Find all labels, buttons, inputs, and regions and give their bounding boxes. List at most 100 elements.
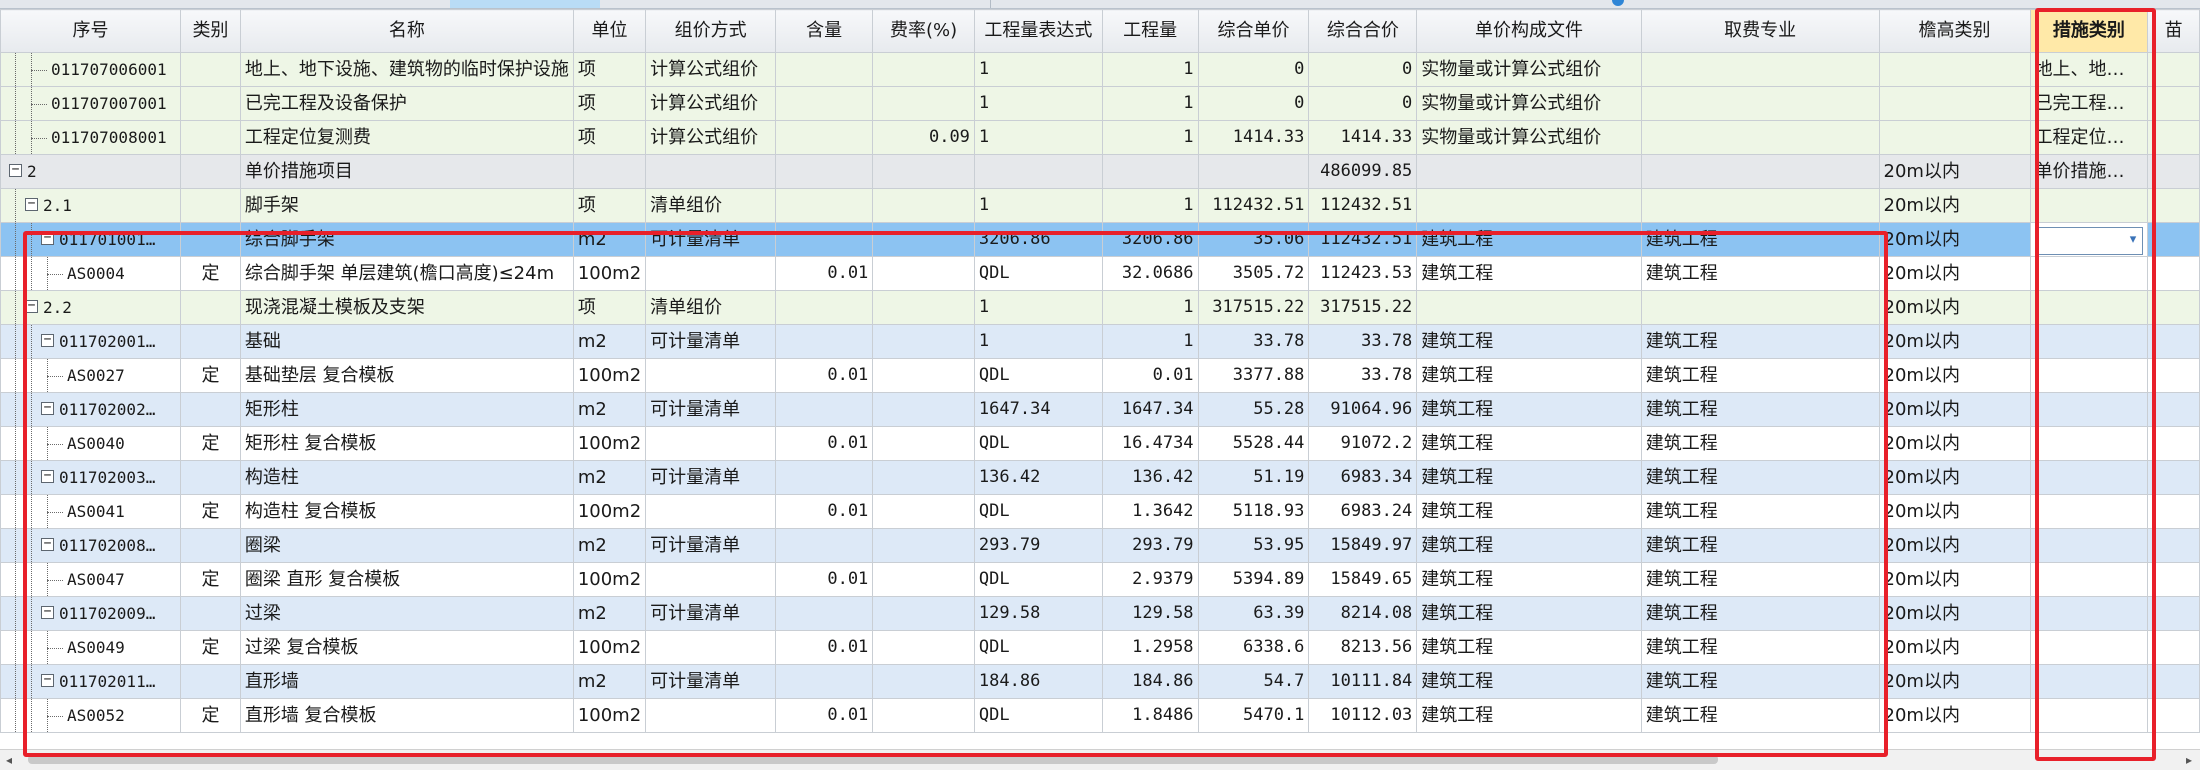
- eave-height-cell[interactable]: 20m以内: [1878, 460, 2031, 495]
- table-row[interactable]: AS0041 定构造柱 复合模板 100m2 0.01 QDL 1.3642 5118.93…: [0, 494, 2200, 529]
- rate-cell[interactable]: [872, 188, 975, 223]
- fee-major-cell[interactable]: 建筑工程: [1640, 358, 1880, 393]
- pricing-method-cell[interactable]: 可计量清单: [645, 460, 776, 495]
- pricing-method-cell[interactable]: [645, 256, 776, 291]
- table-row[interactable]: −2.2 现浇混凝土模板及支架项清单组价 1 1 317515.22 317515.22 2…: [0, 290, 2200, 325]
- table-row[interactable]: −2 单价措施项目 486099.85 20m以内 单价措施…: [0, 154, 2200, 189]
- fee-major-cell[interactable]: 建筑工程: [1640, 324, 1880, 359]
- category-cell[interactable]: 定: [180, 358, 241, 393]
- header-unit[interactable]: 单位: [572, 9, 647, 53]
- total-price-cell[interactable]: 8214.08: [1308, 596, 1418, 631]
- unit-cell[interactable]: m2: [572, 392, 647, 427]
- measure-category-cell[interactable]: [2029, 596, 2149, 631]
- content-cell[interactable]: [774, 120, 874, 155]
- qty-cell[interactable]: 0.01: [1101, 358, 1199, 393]
- seq-cell[interactable]: 011707008001: [0, 120, 182, 155]
- category-cell[interactable]: [180, 86, 241, 121]
- unit-price-cell[interactable]: 54.7: [1197, 664, 1310, 699]
- pricing-method-cell[interactable]: 计算公式组价: [645, 86, 776, 121]
- measure-category-cell[interactable]: [2029, 494, 2149, 529]
- collapse-toggle-icon[interactable]: −: [41, 231, 54, 245]
- rate-cell[interactable]: [872, 358, 975, 393]
- unit-price-cell[interactable]: 1414.33: [1197, 120, 1310, 155]
- name-cell[interactable]: 构造柱: [239, 460, 574, 495]
- content-cell[interactable]: [774, 596, 874, 631]
- table-row[interactable]: −011702003… 构造柱 m2 可计量清单 136.42 136.42 51.19 69…: [0, 460, 2200, 495]
- pricing-method-cell[interactable]: 计算公式组价: [645, 120, 776, 155]
- eave-height-cell[interactable]: 20m以内: [1878, 664, 2031, 699]
- tab-4[interactable]: [320, 0, 451, 8]
- category-cell[interactable]: [180, 664, 241, 699]
- seq-cell[interactable]: 011707006001: [0, 52, 182, 87]
- price-file-cell[interactable]: 建筑工程: [1416, 494, 1642, 529]
- price-file-cell[interactable]: 建筑工程: [1416, 664, 1642, 699]
- rate-cell[interactable]: [872, 528, 975, 563]
- qty-cell[interactable]: 1: [1101, 290, 1199, 325]
- extra-cell[interactable]: [2147, 52, 2200, 87]
- name-cell[interactable]: 过梁: [239, 596, 574, 631]
- content-cell[interactable]: [774, 86, 874, 121]
- fee-major-cell[interactable]: 建筑工程: [1640, 222, 1880, 257]
- unit-price-cell[interactable]: 5118.93: [1197, 494, 1310, 529]
- name-cell[interactable]: 基础垫层 复合模板: [239, 358, 574, 393]
- eave-height-cell[interactable]: 20m以内: [1878, 562, 2031, 597]
- category-cell[interactable]: [180, 120, 241, 155]
- unit-cell[interactable]: 100m2: [572, 358, 647, 393]
- scroll-right-icon[interactable]: ▸: [2186, 750, 2192, 770]
- category-cell[interactable]: 定: [180, 698, 241, 733]
- unit-cell[interactable]: 项: [572, 86, 647, 121]
- unit-price-cell[interactable]: 35.06: [1197, 222, 1310, 257]
- seq-cell[interactable]: AS0041: [0, 494, 182, 529]
- qty-cell[interactable]: [1101, 154, 1199, 189]
- measure-category-cell[interactable]: [2029, 392, 2149, 427]
- unit-cell[interactable]: 100m2: [572, 630, 647, 665]
- unit-price-cell[interactable]: 317515.22: [1197, 290, 1310, 325]
- extra-cell[interactable]: [2147, 528, 2200, 563]
- header-rate[interactable]: 费率(%): [872, 9, 975, 53]
- total-price-cell[interactable]: 112432.51: [1308, 222, 1418, 257]
- name-cell[interactable]: 脚手架: [239, 188, 574, 223]
- content-cell[interactable]: [774, 290, 874, 325]
- collapse-toggle-icon[interactable]: −: [41, 537, 54, 551]
- measure-category-cell[interactable]: 工程定位…: [2029, 120, 2149, 155]
- unit-cell[interactable]: 100m2: [572, 698, 647, 733]
- eave-height-cell[interactable]: 20m以内: [1878, 630, 2031, 665]
- collapse-toggle-icon[interactable]: −: [41, 673, 54, 687]
- category-cell[interactable]: [180, 460, 241, 495]
- price-file-cell[interactable]: 建筑工程: [1416, 562, 1642, 597]
- unit-price-cell[interactable]: 3377.88: [1197, 358, 1310, 393]
- header-name[interactable]: 名称: [239, 9, 574, 53]
- measure-category-cell[interactable]: 地上、地…: [2029, 52, 2149, 87]
- pricing-method-cell[interactable]: 可计量清单: [645, 528, 776, 563]
- table-row[interactable]: AS0004 定综合脚手架 单层建筑(檐口高度)≤24m 100m2 0.01 QDL 3…: [0, 256, 2200, 291]
- extra-cell[interactable]: [2147, 358, 2200, 393]
- category-cell[interactable]: [180, 290, 241, 325]
- total-price-cell[interactable]: 15849.65: [1308, 562, 1418, 597]
- total-price-cell[interactable]: 486099.85: [1308, 154, 1418, 189]
- fee-major-cell[interactable]: 建筑工程: [1640, 630, 1880, 665]
- extra-cell[interactable]: [2147, 630, 2200, 665]
- unit-cell[interactable]: m2: [572, 324, 647, 359]
- unit-price-cell[interactable]: 53.95: [1197, 528, 1310, 563]
- seq-cell[interactable]: AS0040: [0, 426, 182, 461]
- pricing-method-cell[interactable]: 可计量清单: [645, 324, 776, 359]
- qty-expression-cell[interactable]: 1: [973, 188, 1103, 223]
- unit-cell[interactable]: 100m2: [572, 562, 647, 597]
- pricing-method-cell[interactable]: 计算公式组价: [645, 52, 776, 87]
- pricing-method-cell[interactable]: [645, 154, 776, 189]
- category-cell[interactable]: [180, 188, 241, 223]
- price-file-cell[interactable]: 建筑工程: [1416, 698, 1642, 733]
- eave-height-cell[interactable]: 20m以内: [1878, 188, 2031, 223]
- extra-cell[interactable]: [2147, 664, 2200, 699]
- rate-cell[interactable]: [872, 494, 975, 529]
- price-file-cell[interactable]: 建筑工程: [1416, 426, 1642, 461]
- eave-height-cell[interactable]: 20m以内: [1878, 222, 2031, 257]
- seq-cell[interactable]: −011702002…: [0, 392, 182, 427]
- table-row[interactable]: −011702001… 基础 m2 可计量清单 1 1 33.78 33.78 建筑工程 建筑工程…: [0, 324, 2200, 359]
- price-file-cell[interactable]: 建筑工程: [1416, 528, 1642, 563]
- eave-height-cell[interactable]: 20m以内: [1878, 426, 2031, 461]
- eave-height-cell[interactable]: [1878, 86, 2031, 121]
- total-price-cell[interactable]: 33.78: [1308, 324, 1418, 359]
- unit-price-cell[interactable]: 55.28: [1197, 392, 1310, 427]
- qty-cell[interactable]: 1647.34: [1101, 392, 1199, 427]
